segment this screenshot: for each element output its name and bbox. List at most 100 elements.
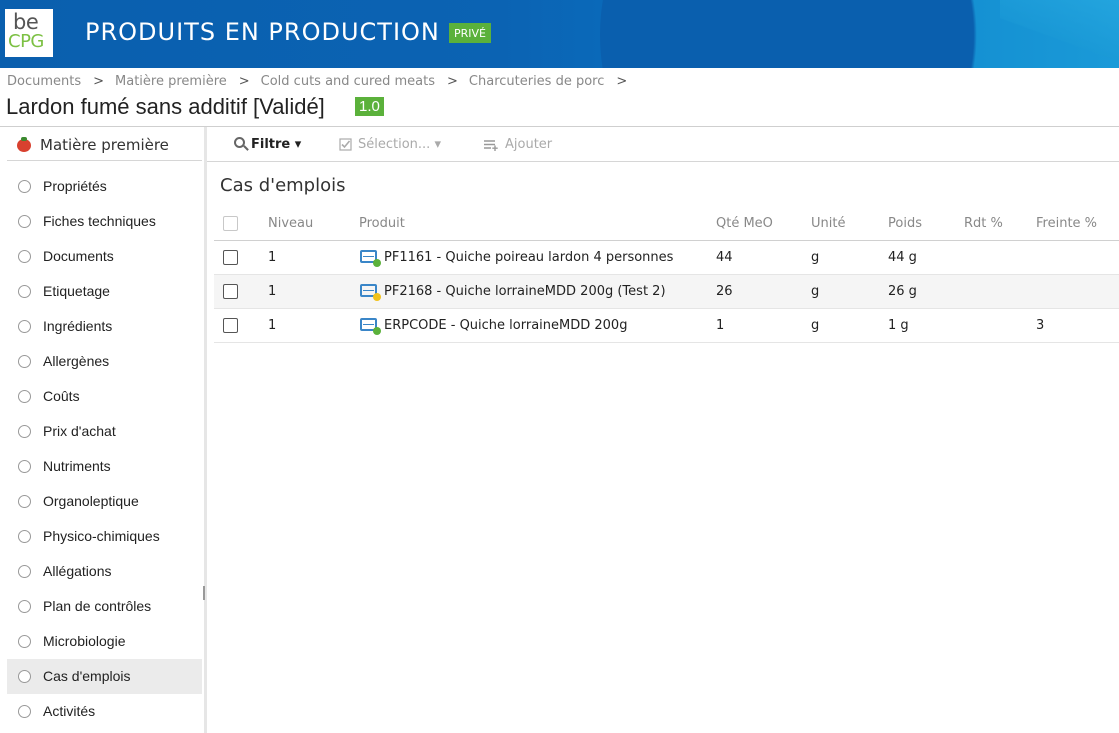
- sidebar-item-activites[interactable]: Activités: [7, 694, 202, 729]
- sidebar-item-cas-d-emplois[interactable]: Cas d'emplois: [7, 659, 202, 694]
- select-all-checkbox[interactable]: [223, 216, 238, 231]
- header-decoration: [600, 0, 1030, 68]
- document-title: Lardon fumé sans additif [Validé]: [6, 94, 325, 119]
- app-header: be CPG PRODUITS EN PRODUCTION PRIVÉ: [0, 0, 1119, 68]
- radio-icon: [18, 180, 31, 193]
- radio-icon: [18, 285, 31, 298]
- checkbox-icon: [339, 138, 352, 151]
- column-header-freinte[interactable]: Freinte %: [1036, 216, 1097, 231]
- cell-unite: g: [811, 250, 820, 265]
- sidebar-item-ingredients[interactable]: Ingrédients: [7, 309, 202, 344]
- breadcrumb-link-matiere-premiere[interactable]: Matière première: [115, 74, 227, 89]
- sidebar-item-label: Propriétés: [43, 178, 107, 194]
- cell-freinte: 3: [1036, 318, 1045, 333]
- sidebar-item-label: Cas d'emplois: [43, 668, 131, 684]
- breadcrumb-separator: >: [93, 74, 105, 89]
- add-list-icon: [484, 140, 498, 151]
- site-title: PRODUITS EN PRODUCTION: [85, 18, 440, 46]
- cell-poids: 44 g: [888, 250, 917, 265]
- sidebar-item-label: Microbiologie: [43, 633, 126, 649]
- resize-handle[interactable]: [203, 586, 205, 600]
- column-header-rdt[interactable]: Rdt %: [964, 216, 1003, 231]
- table-header: Niveau Produit Qté MeO Unité Poids Rdt %…: [214, 207, 1119, 241]
- sidebar-item-microbiologie[interactable]: Microbiologie: [7, 624, 202, 659]
- sidebar-item-proprietes[interactable]: Propriétés: [7, 169, 202, 204]
- radio-icon: [18, 530, 31, 543]
- cell-niveau: 1: [268, 250, 277, 265]
- breadcrumb-separator: >: [447, 74, 458, 89]
- selection-dropdown[interactable]: Sélection... ▾: [339, 137, 441, 152]
- sidebar-item-organoleptique[interactable]: Organoleptique: [7, 484, 202, 519]
- sidebar-item-couts[interactable]: Coûts: [7, 379, 202, 414]
- radio-icon: [18, 495, 31, 508]
- cell-qte-meo: 26: [716, 284, 733, 299]
- product-link[interactable]: ERPCODE - Quiche lorraineMDD 200g: [384, 318, 627, 333]
- filter-button[interactable]: Filtre ▾: [234, 137, 301, 152]
- becpg-logo[interactable]: be CPG: [5, 9, 53, 57]
- cell-poids: 26 g: [888, 284, 917, 299]
- row-checkbox[interactable]: [223, 318, 238, 333]
- sidebar-item-label: Allergènes: [43, 353, 110, 369]
- add-label: Ajouter: [505, 137, 553, 152]
- cell-qte-meo: 44: [716, 250, 733, 265]
- sidebar-header: Matière première: [7, 127, 202, 161]
- radio-icon: [18, 705, 31, 718]
- radio-icon: [18, 670, 31, 683]
- radio-icon: [18, 600, 31, 613]
- sidebar-item-nutriments[interactable]: Nutriments: [7, 449, 202, 484]
- breadcrumb-separator: >: [238, 74, 250, 89]
- sidebar-item-label: Prix d'achat: [43, 423, 116, 439]
- row-checkbox[interactable]: [223, 250, 238, 265]
- radio-icon: [18, 635, 31, 648]
- status-dot-icon: [373, 293, 381, 301]
- breadcrumb-link-documents[interactable]: Documents: [7, 74, 81, 89]
- sidebar-item-label: Allégations: [43, 563, 112, 579]
- sidebar-item-label: Nutriments: [43, 458, 111, 474]
- column-header-qte-meo[interactable]: Qté MeO: [716, 216, 773, 231]
- sidebar-item-label: Etiquetage: [43, 283, 110, 299]
- sidebar-item-label: Physico-chimiques: [43, 528, 160, 544]
- sidebar-item-label: Organoleptique: [43, 493, 139, 509]
- breadcrumb: Documents > Matière première > Cold cuts and…: [7, 74, 638, 89]
- breadcrumb-link-cold-cuts[interactable]: Cold cuts and cured meats: [261, 74, 435, 89]
- sidebar-item-label: Documents: [43, 248, 114, 264]
- column-header-poids[interactable]: Poids: [888, 216, 922, 231]
- cell-unite: g: [811, 284, 820, 299]
- breadcrumb-link-charcuteries[interactable]: Charcuteries de porc: [469, 74, 604, 89]
- sidebar-item-fiches-techniques[interactable]: Fiches techniques: [7, 204, 202, 239]
- sidebar-item-etiquetage[interactable]: Etiquetage: [7, 274, 202, 309]
- table-body: 1 PF1161 - Quiche poireau lardon 4 person…: [214, 241, 1119, 343]
- table-row[interactable]: 1 ERPCODE - Quiche lorraineMDD 200g 1 g 1 g 3: [214, 309, 1119, 343]
- column-header-produit[interactable]: Produit: [359, 216, 405, 231]
- status-dot-icon: [373, 259, 381, 267]
- table-row[interactable]: 1 PF2168 - Quiche lorraineMDD 200g (Test …: [214, 275, 1119, 309]
- sidebar-item-documents[interactable]: Documents: [7, 239, 202, 274]
- column-header-niveau[interactable]: Niveau: [268, 216, 313, 231]
- table-row[interactable]: 1 PF1161 - Quiche poireau lardon 4 person…: [214, 241, 1119, 275]
- section-title: Cas d'emplois: [220, 175, 346, 196]
- column-header-unite[interactable]: Unité: [811, 216, 845, 231]
- breadcrumb-separator: >: [616, 74, 628, 89]
- sidebar-item-physico-chimiques[interactable]: Physico-chimiques: [7, 519, 202, 554]
- sidebar-item-label: Activités: [43, 703, 96, 719]
- cell-niveau: 1: [268, 284, 277, 299]
- row-checkbox[interactable]: [223, 284, 238, 299]
- product-link[interactable]: PF2168 - Quiche lorraineMDD 200g (Test 2…: [384, 284, 666, 299]
- sidebar-item-allergenes[interactable]: Allergènes: [7, 344, 202, 379]
- radio-icon: [18, 425, 31, 438]
- sidebar-item-plan-de-controles[interactable]: Plan de contrôles: [7, 589, 202, 624]
- radio-icon: [18, 320, 31, 333]
- sidebar-item-allegations[interactable]: Allégations: [7, 554, 202, 589]
- add-button[interactable]: Ajouter: [483, 137, 552, 152]
- product-link[interactable]: PF1161 - Quiche poireau lardon 4 personn…: [384, 250, 673, 265]
- status-dot-icon: [373, 327, 381, 335]
- cell-unite: g: [811, 318, 820, 333]
- cell-poids: 1 g: [888, 318, 909, 333]
- sidebar-item-label: Plan de contrôles: [43, 598, 152, 614]
- radio-icon: [18, 390, 31, 403]
- sidebar-item-prix-d-achat[interactable]: Prix d'achat: [7, 414, 202, 449]
- privacy-badge: PRIVÉ: [449, 23, 491, 43]
- radio-icon: [18, 565, 31, 578]
- selection-label: Sélection... ▾: [358, 137, 441, 152]
- radio-icon: [18, 460, 31, 473]
